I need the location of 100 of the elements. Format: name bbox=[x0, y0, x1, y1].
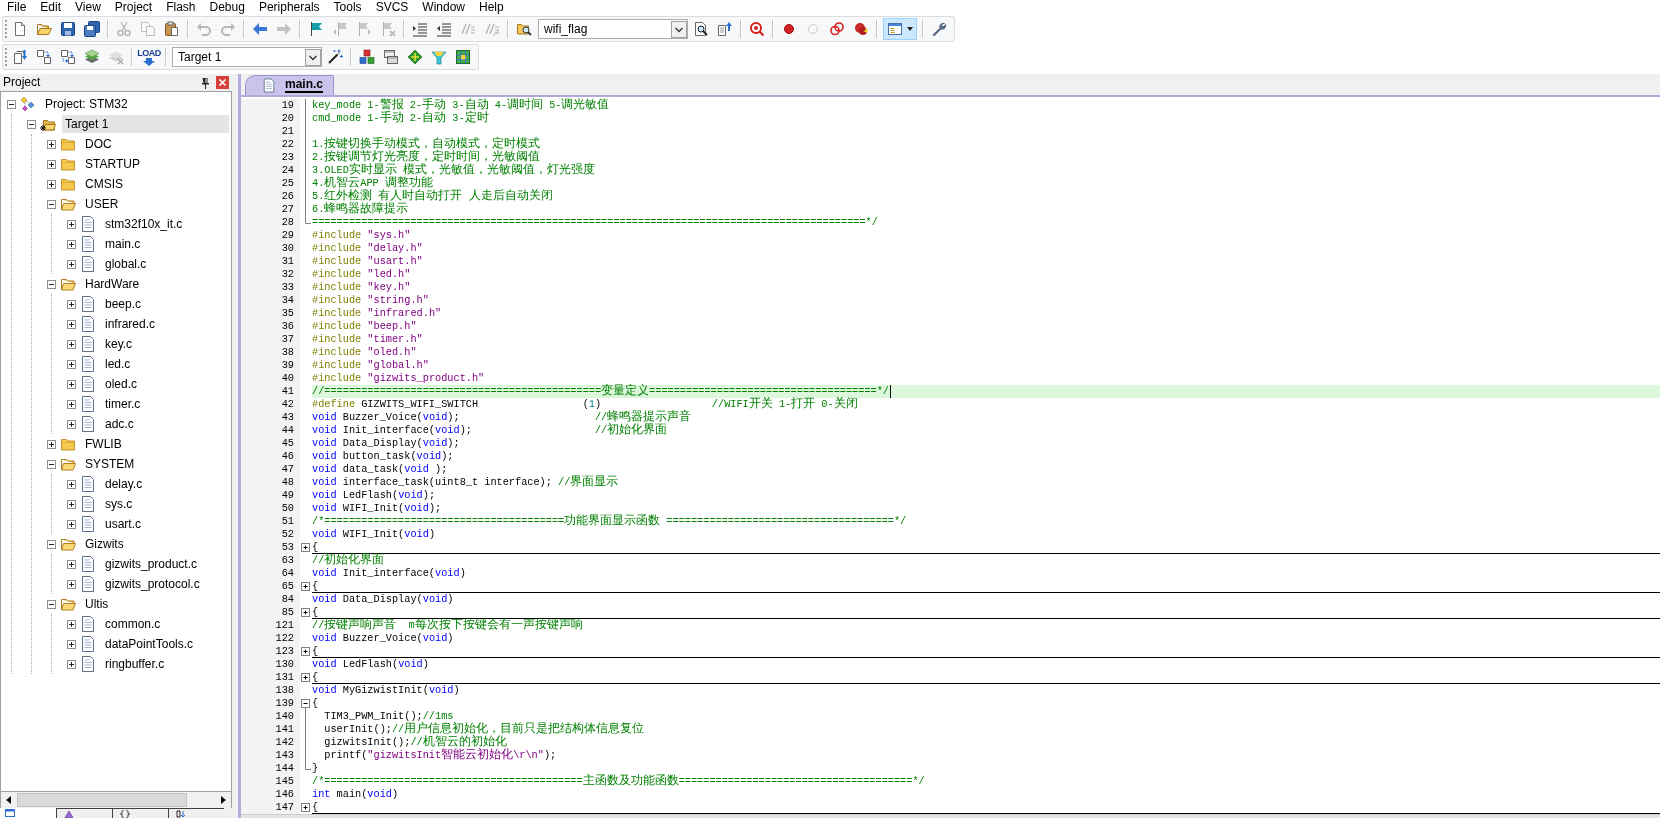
menu-item[interactable]: SVCS bbox=[368, 0, 416, 15]
layers-icon[interactable] bbox=[84, 49, 100, 65]
tree-item[interactable]: Gizwits bbox=[82, 535, 127, 553]
tree-toggle[interactable] bbox=[67, 479, 76, 489]
tree-item[interactable]: key.c bbox=[102, 335, 136, 353]
menu-item[interactable]: Tools bbox=[326, 0, 369, 15]
stacked-windows-icon[interactable] bbox=[383, 49, 399, 65]
tree-item[interactable]: global.c bbox=[102, 255, 150, 273]
tree-toggle[interactable] bbox=[67, 519, 76, 529]
panel-tab[interactable] bbox=[112, 808, 168, 818]
tree-toggle[interactable] bbox=[67, 299, 76, 309]
tree-item[interactable]: main.c bbox=[102, 235, 144, 253]
indent-icon[interactable] bbox=[412, 21, 428, 37]
tree-toggle[interactable] bbox=[47, 439, 56, 449]
new-file-icon[interactable] bbox=[12, 21, 28, 37]
open-folder-icon[interactable] bbox=[36, 21, 52, 37]
tree-item[interactable]: FWLIB bbox=[82, 435, 125, 453]
tree-item[interactable]: sys.c bbox=[102, 495, 136, 513]
tree-toggle[interactable] bbox=[67, 379, 76, 389]
tree-toggle[interactable] bbox=[67, 339, 76, 349]
document-arrow-icon[interactable] bbox=[717, 21, 733, 37]
download-button[interactable]: LOAD bbox=[137, 46, 161, 68]
menu-item[interactable]: Flash bbox=[159, 0, 203, 15]
tree-item[interactable]: stm32f10x_it.c bbox=[102, 215, 186, 233]
tree-toggle[interactable] bbox=[67, 359, 76, 369]
squares-arrow-icon[interactable] bbox=[36, 49, 52, 65]
tree-item[interactable]: USER bbox=[82, 195, 122, 213]
tree-toggle[interactable] bbox=[47, 139, 56, 149]
diamond-icon[interactable] bbox=[407, 49, 423, 65]
tree-item[interactable]: usart.c bbox=[102, 515, 144, 533]
tree-toggle[interactable] bbox=[67, 619, 76, 629]
tree-toggle[interactable] bbox=[67, 499, 76, 509]
wrench-icon[interactable] bbox=[931, 21, 947, 37]
menu-item[interactable]: File bbox=[0, 0, 34, 15]
close-icon[interactable] bbox=[216, 76, 229, 89]
fold-toggle[interactable] bbox=[300, 580, 311, 593]
menu-item[interactable]: Help bbox=[472, 0, 511, 15]
tree-toggle[interactable] bbox=[67, 559, 76, 569]
circles-star-icon[interactable] bbox=[853, 21, 869, 37]
tree-item[interactable]: timer.c bbox=[102, 395, 144, 413]
horizontal-scrollbar[interactable] bbox=[0, 792, 232, 808]
panel-tab[interactable] bbox=[0, 808, 56, 818]
tree-item[interactable]: led.c bbox=[102, 355, 134, 373]
panel-tab[interactable] bbox=[168, 808, 224, 818]
tree-item[interactable]: beep.c bbox=[102, 295, 145, 313]
tree-item[interactable]: oled.c bbox=[102, 375, 141, 393]
save-all-icon[interactable] bbox=[84, 21, 100, 37]
find-dropdown[interactable]: wifi_flag bbox=[538, 19, 688, 39]
tree-item[interactable]: CMSIS bbox=[82, 175, 126, 193]
outdent-icon[interactable] bbox=[436, 21, 452, 37]
fold-toggle[interactable] bbox=[300, 801, 311, 814]
tree-toggle[interactable] bbox=[67, 659, 76, 669]
tree-item[interactable]: Ultis bbox=[82, 595, 112, 613]
tree-item[interactable]: gizwits_product.c bbox=[102, 555, 201, 573]
dot-icon[interactable] bbox=[781, 21, 797, 37]
fold-toggle[interactable] bbox=[300, 541, 311, 554]
pages-arrow-icon[interactable] bbox=[12, 49, 28, 65]
magnifier-icon[interactable] bbox=[749, 21, 765, 37]
fold-toggle[interactable] bbox=[300, 671, 311, 684]
tree-item[interactable]: DOC bbox=[82, 135, 115, 153]
tree-toggle[interactable] bbox=[47, 279, 56, 289]
tree-toggle[interactable] bbox=[47, 159, 56, 169]
target-dropdown[interactable]: Target 1 bbox=[172, 47, 322, 67]
tree-toggle[interactable] bbox=[67, 579, 76, 589]
toolbar-grip[interactable] bbox=[5, 48, 8, 66]
tree-item[interactable]: Target 1 bbox=[62, 115, 229, 133]
file-tab[interactable]: main.c bbox=[245, 75, 334, 95]
tree-toggle[interactable] bbox=[47, 199, 56, 209]
tree-item[interactable]: adc.c bbox=[102, 415, 137, 433]
panel-tab[interactable] bbox=[56, 808, 112, 818]
tree-item[interactable]: delay.c bbox=[102, 475, 146, 493]
magic-wand-icon[interactable] bbox=[327, 49, 343, 65]
menu-item[interactable]: Debug bbox=[202, 0, 252, 15]
tree-toggle[interactable] bbox=[67, 239, 76, 249]
menu-item[interactable]: View bbox=[68, 0, 108, 15]
horizontal-scrollbar[interactable] bbox=[241, 814, 1660, 818]
tree-item[interactable]: HardWare bbox=[82, 275, 143, 293]
blocks-icon[interactable] bbox=[359, 49, 375, 65]
fold-toggle[interactable] bbox=[300, 606, 311, 619]
save-icon[interactable] bbox=[60, 21, 76, 37]
tree-item[interactable]: infrared.c bbox=[102, 315, 159, 333]
squares-arrows-icon[interactable] bbox=[60, 49, 76, 65]
menu-item[interactable]: Edit bbox=[33, 0, 69, 15]
tree-item[interactable]: SYSTEM bbox=[82, 455, 138, 473]
menu-item[interactable]: Peripherals bbox=[251, 0, 327, 15]
tree-item[interactable]: dataPointTools.c bbox=[102, 635, 197, 653]
folder-search-icon[interactable] bbox=[516, 21, 532, 37]
menu-item[interactable]: Project bbox=[107, 0, 160, 15]
tree-toggle[interactable] bbox=[67, 219, 76, 229]
tree-toggle[interactable] bbox=[67, 319, 76, 329]
tree-toggle[interactable] bbox=[47, 539, 56, 549]
document-search-icon[interactable] bbox=[693, 21, 709, 37]
scrollbar-thumb[interactable] bbox=[17, 793, 187, 807]
tree-item[interactable]: ringbuffer.c bbox=[102, 655, 168, 673]
tree-toggle[interactable] bbox=[47, 179, 56, 189]
grid-icon[interactable] bbox=[455, 49, 471, 65]
rings-icon[interactable] bbox=[829, 21, 845, 37]
tree-item[interactable]: gizwits_protocol.c bbox=[102, 575, 203, 593]
tree-toggle[interactable] bbox=[27, 119, 36, 129]
tree-item[interactable]: common.c bbox=[102, 615, 164, 633]
